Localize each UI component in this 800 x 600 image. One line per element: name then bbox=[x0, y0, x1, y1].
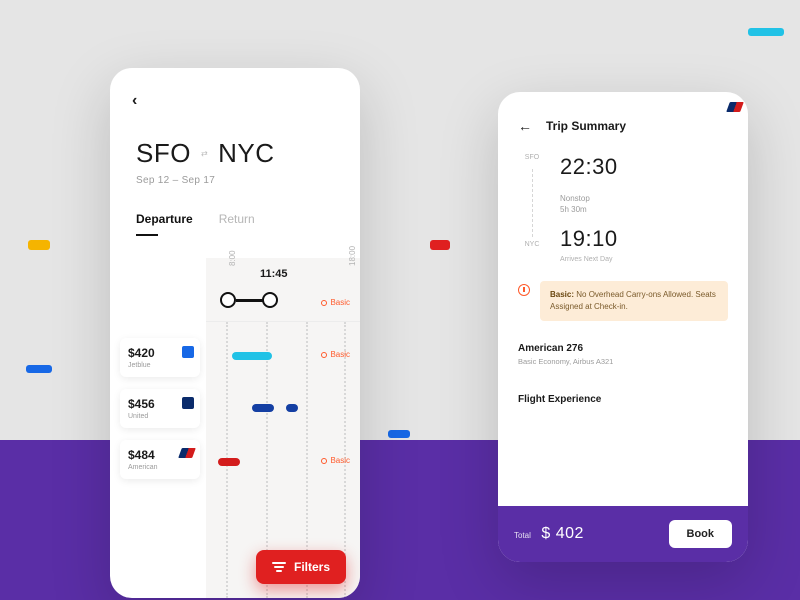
results-column: $420 Jetblue $456 United $484 American bbox=[110, 258, 206, 598]
booking-bar: Total $ 402 Book bbox=[498, 506, 748, 562]
back-button[interactable]: ‹ bbox=[132, 92, 137, 110]
warning-icon bbox=[518, 284, 530, 296]
book-button[interactable]: Book bbox=[669, 520, 733, 548]
decoration bbox=[28, 240, 50, 250]
outbound-date: Sep 12 bbox=[136, 175, 170, 186]
selected-time: 11:45 bbox=[260, 268, 288, 280]
flight-time-bar[interactable] bbox=[252, 404, 274, 412]
flight-search-screen: ‹ SFO ⇄ NYC Sep 12 – Sep 17 Departure Re… bbox=[110, 68, 360, 598]
decoration bbox=[748, 28, 784, 36]
flight-number: American 276 bbox=[518, 343, 613, 354]
trip-summary-screen: ← Trip Summary SFO NYC 22:30 Nonstop 5h … bbox=[498, 92, 748, 562]
timeline-start-label: 8:00 bbox=[228, 250, 237, 266]
filters-label: Filters bbox=[294, 560, 330, 574]
timeline-column: 8:00 18:00 11:45 Basic Basic Basic bbox=[206, 258, 360, 598]
flight-result-card[interactable]: $456 United bbox=[120, 389, 200, 428]
decoration bbox=[430, 240, 450, 250]
airline-name: United bbox=[128, 413, 192, 420]
airline-name: American bbox=[128, 464, 192, 471]
flight-result-card[interactable]: $420 Jetblue bbox=[120, 338, 200, 377]
filter-icon bbox=[272, 560, 286, 574]
warning-label: Basic: bbox=[550, 290, 574, 299]
swap-icon[interactable]: ⇄ bbox=[201, 151, 208, 157]
itinerary-connector bbox=[532, 169, 533, 237]
filters-button[interactable]: Filters bbox=[256, 550, 346, 584]
page-title: Trip Summary bbox=[546, 119, 626, 133]
fare-class-badge: Basic bbox=[321, 298, 350, 307]
american-logo-icon bbox=[726, 102, 744, 112]
american-logo-icon bbox=[178, 448, 196, 458]
fare-class-badge: Basic bbox=[321, 350, 350, 359]
flight-time-bar[interactable] bbox=[232, 352, 272, 360]
route-header: SFO ⇄ NYC Sep 12 – Sep 17 bbox=[110, 98, 360, 186]
itinerary: SFO NYC 22:30 Nonstop 5h 30m 19:10 bbox=[518, 154, 728, 252]
tab-return[interactable]: Return bbox=[219, 212, 255, 232]
airline-name: Jetblue bbox=[128, 362, 192, 369]
fare-warning: Basic: No Overhead Carry-ons Allowed. Se… bbox=[518, 281, 728, 321]
total-price: $ 402 bbox=[541, 525, 584, 542]
flight-time-bar[interactable] bbox=[218, 458, 240, 466]
total-label: Total bbox=[514, 531, 531, 540]
date-separator: – bbox=[173, 175, 179, 186]
tab-departure[interactable]: Departure bbox=[136, 212, 193, 232]
section-heading-experience: Flight Experience bbox=[518, 394, 728, 405]
back-button[interactable]: ← bbox=[518, 118, 532, 134]
origin-code: SFO bbox=[525, 154, 539, 161]
warning-text: No Overhead Carry-ons Allowed. Seats Ass… bbox=[550, 290, 716, 311]
arrival-time: 19:10 bbox=[560, 226, 728, 252]
destination-code: NYC bbox=[218, 138, 274, 169]
decoration bbox=[26, 365, 52, 373]
return-date: Sep 17 bbox=[182, 175, 216, 186]
origin-code: SFO bbox=[136, 138, 191, 169]
duration-label: 5h 30m bbox=[560, 205, 728, 214]
carrier-info: American 276 Basic Economy, Airbus A321 bbox=[518, 343, 728, 366]
flight-time-bar[interactable] bbox=[286, 404, 298, 412]
fare-and-aircraft: Basic Economy, Airbus A321 bbox=[518, 357, 613, 366]
jetblue-logo-icon bbox=[182, 346, 194, 358]
fare-class-badge: Basic bbox=[321, 456, 350, 465]
united-logo-icon bbox=[182, 397, 194, 409]
time-slider-track: 8:00 18:00 11:45 bbox=[206, 258, 360, 322]
slider-handle-start[interactable] bbox=[220, 292, 236, 308]
leg-tabs: Departure Return bbox=[110, 186, 360, 232]
departure-time: 22:30 bbox=[560, 154, 728, 180]
decoration bbox=[388, 430, 410, 438]
flight-result-card[interactable]: $484 American bbox=[120, 440, 200, 479]
timeline-end-label: 18:00 bbox=[348, 246, 357, 266]
stops-label: Nonstop bbox=[560, 194, 728, 203]
arrival-note: Arrives Next Day bbox=[560, 256, 728, 263]
slider-handle-end[interactable] bbox=[262, 292, 278, 308]
destination-code: NYC bbox=[525, 241, 540, 248]
